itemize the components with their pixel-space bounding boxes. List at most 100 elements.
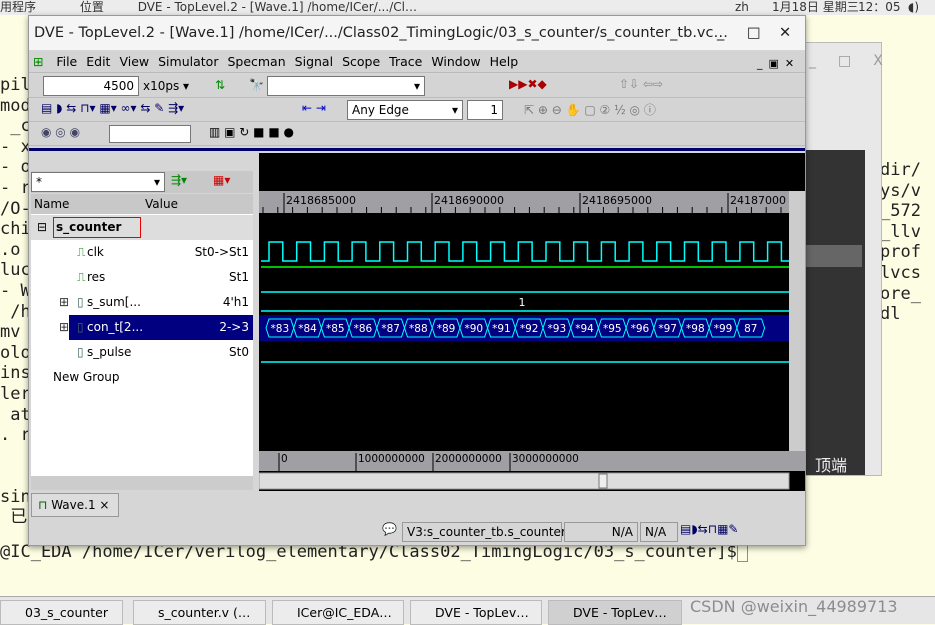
scope-select[interactable] <box>109 125 191 143</box>
close-button[interactable]: ✕ <box>779 16 791 50</box>
bus-value: *89 <box>437 323 456 335</box>
scalar-signal-icon: ⎍ <box>77 245 86 259</box>
overview-label: 2000000000 <box>435 453 502 465</box>
menu-trace[interactable]: Trace <box>389 54 422 69</box>
tab-wave-1[interactable]: ⊓ Wave.1 × <box>31 493 119 517</box>
value-column-header[interactable]: Value <box>145 194 178 214</box>
edge-select[interactable]: Any Edge ▾ <box>347 100 463 120</box>
input-language[interactable]: zh <box>735 0 749 15</box>
expand-icon[interactable]: ⊞ <box>59 290 69 315</box>
time-unit-select[interactable]: x10ps ▾ <box>143 79 189 93</box>
taskbar-item[interactable]: ICer@IC_EDA… <box>272 600 404 625</box>
mdi-controls[interactable]: _▣✕ <box>757 53 800 75</box>
message-icon[interactable]: 💬 <box>382 522 397 536</box>
signal-filter-input[interactable]: * ▾ <box>31 172 165 192</box>
wave-hscrollbar <box>258 472 790 490</box>
wave-pane: 2418685000 2418690000 2418695000 24187000 1 *… <box>258 153 805 491</box>
menu-scope[interactable]: Scope <box>342 54 380 69</box>
taskbar-item[interactable]: DVE - TopLev… <box>548 600 682 625</box>
minimize-button[interactable]: _ <box>717 16 724 50</box>
signal-row-res[interactable]: ⎍ res St1 <box>31 265 253 290</box>
zoom-icons[interactable]: ⇱ ⊕ ⊖ ✋ ▢ ② ½ ◎ ⓘ <box>524 101 656 118</box>
bus-value: *94 <box>575 323 594 335</box>
signal-value: 4'h1 <box>222 295 249 309</box>
volume-icon[interactable]: ◖) <box>908 0 919 15</box>
signal-row-clk[interactable]: ⎍ clk St0->St1 <box>31 240 253 265</box>
menu-signal[interactable]: Signal <box>295 54 333 69</box>
bus-signal-icon: ▯ <box>77 295 84 309</box>
signal-value: St0->St1 <box>194 245 249 259</box>
menu-view[interactable]: View <box>119 54 149 69</box>
ruler-label: 24187000 <box>730 194 786 207</box>
maximize-button[interactable]: □ <box>747 16 761 50</box>
top-button[interactable]: 顶端 <box>815 452 847 476</box>
scope-icons[interactable]: ◉ ◎ ◉ <box>41 125 80 139</box>
search-select[interactable]: ▾ <box>267 76 425 96</box>
bus-value: *86 <box>354 323 373 335</box>
background-panel: 顶端 <box>805 150 865 475</box>
scope-row[interactable]: ⊟ s_counter <box>31 215 253 240</box>
menu-edit[interactable]: Edit <box>86 54 110 69</box>
expand-icon[interactable]: ⊞ <box>59 315 69 340</box>
overview-label: 1000000000 <box>358 453 425 465</box>
collapse-icon[interactable]: ⊟ <box>37 215 47 240</box>
menu-specman[interactable]: Specman <box>227 54 285 69</box>
goto-time-icon[interactable]: ⇅ <box>215 78 225 92</box>
bus-value: *95 <box>603 323 622 335</box>
window-icons[interactable]: ▤ ◗ ⇆ ⊓▾ ▦▾ ∞▾ ⇆ ✎ ⇶▾ <box>41 101 184 115</box>
bus-value: *85 <box>326 323 345 335</box>
trace-driver-icons[interactable]: ▶▶✖◆ <box>509 77 547 91</box>
signal-row-s_pulse[interactable]: ▯ s_pulse St0 <box>31 340 253 365</box>
bus-signal-icon: ▯ <box>77 320 84 334</box>
name-column-header[interactable]: Name <box>34 194 69 214</box>
s-sum-value: 1 <box>519 296 526 309</box>
group-row[interactable]: New Group <box>31 365 253 390</box>
status-scope: V3:s_counter_tb.s_counter <box>402 522 566 542</box>
window-title-bar: DVE - TopLevel.2 - [Wave.1] /home/ICer/.… <box>29 16 805 50</box>
date: 1月18日 星期三 <box>772 0 859 14</box>
edge-count-input[interactable]: 1 <box>467 100 503 120</box>
menu-file[interactable]: File <box>56 54 77 69</box>
toolbar-2: ▤ ◗ ⇆ ⊓▾ ▦▾ ∞▾ ⇆ ✎ ⇶▾ ⇤ ⇥ Any Edge ▾ 1 ⇱ … <box>29 99 805 122</box>
places-menu[interactable]: 位置 <box>80 0 104 14</box>
taskbar-item[interactable]: DVE - TopLev… <box>410 600 542 625</box>
signal-row-s_sum[interactable]: ⊞ ▯ s_sum[... 4'h1 <box>31 290 253 315</box>
window-shortcut-icons[interactable]: ▤◗⇆⊓▦✎ <box>680 522 738 536</box>
bus-value: 87 <box>744 323 757 335</box>
terminal-line: _llv <box>880 221 921 242</box>
navigate-icons[interactable]: ⇧⇩ ⇦⇨ <box>619 77 663 91</box>
menu-help[interactable]: Help <box>490 54 519 69</box>
ruler-label: 2418685000 <box>286 194 356 207</box>
scalar-signal-icon: ⎍ <box>77 270 86 284</box>
scope-name: s_counter <box>53 217 141 238</box>
bus-value: *87 <box>381 323 400 335</box>
bus-signal-icon: ▯ <box>77 345 84 359</box>
bus-value: *91 <box>492 323 511 335</box>
bus-value: *97 <box>658 323 677 335</box>
terminal-line: _572 <box>880 201 921 222</box>
edge-nav-icons[interactable]: ⇤ ⇥ <box>302 101 326 115</box>
signal-pane: Name Value ⊟ s_counter ⎍ clk St0->St1 ⎍ res S… <box>31 194 253 476</box>
signal-row-con_t[interactable]: ⊞ ▯ con_t[2... 2->3 <box>59 315 253 340</box>
signal-value: St1 <box>229 270 249 284</box>
overview-label: 3000000000 <box>512 453 579 465</box>
display-type-button[interactable]: ▦▾ <box>213 173 230 187</box>
menu-window[interactable]: Window <box>431 54 480 69</box>
sim-icons[interactable]: ▥ ▣ ↻ ■ ■ ● <box>209 125 294 139</box>
status-na-1: N/A <box>564 522 638 542</box>
status-na-2: N/A <box>640 522 678 542</box>
taskbar-item[interactable]: s_counter.v (… <box>133 600 266 625</box>
signal-name: clk <box>87 245 104 259</box>
signal-hscrollbar[interactable] <box>31 476 253 490</box>
time-input[interactable]: 4500 <box>43 76 139 96</box>
status-bar: 💬 V3:s_counter_tb.s_counter N/A N/A ▤◗⇆⊓… <box>382 521 804 543</box>
applications-menu[interactable]: 用程序 <box>0 0 36 14</box>
overview-label: 0 <box>281 453 288 465</box>
hscroll-thumb <box>598 473 608 489</box>
bus-value: *96 <box>631 323 650 335</box>
find-icon[interactable]: 🔭 <box>249 78 264 92</box>
taskbar-item[interactable]: 03_s_counter <box>0 600 123 625</box>
filter-type-button[interactable]: ⇶▾ <box>171 173 187 187</box>
menu-simulator[interactable]: Simulator <box>158 54 218 69</box>
signal-value: St0 <box>229 345 249 359</box>
